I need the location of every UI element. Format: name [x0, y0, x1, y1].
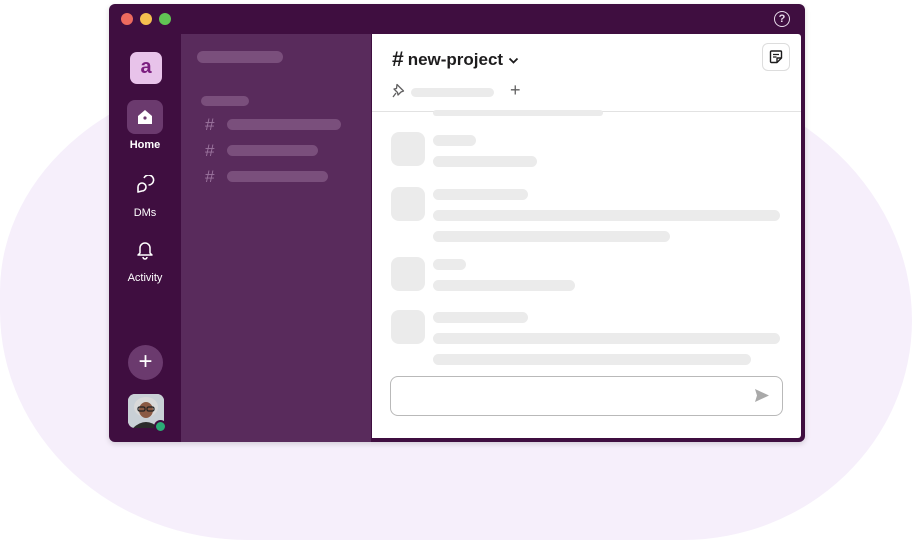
channel-hash-icon: # — [205, 141, 215, 160]
chevron-down-icon — [508, 57, 519, 64]
sidebar-channel-item[interactable]: # — [205, 167, 365, 189]
message-avatar-placeholder — [391, 132, 425, 166]
add-workspace-button[interactable]: + — [128, 345, 163, 380]
message-line-placeholder — [433, 333, 780, 344]
home-icon — [127, 100, 163, 134]
channel-hash-icon: # — [205, 115, 215, 134]
window-close-button[interactable] — [121, 13, 133, 25]
bookmarks-bar: + — [392, 80, 592, 103]
main-pane: # new-project + — [372, 34, 801, 438]
channel-hash-icon: # — [205, 167, 215, 186]
workspace-rail: a Home DMs Activity + — [109, 34, 181, 442]
message-avatar-placeholder — [391, 187, 425, 221]
channel-name-placeholder — [227, 119, 341, 130]
channel-name-placeholder — [227, 171, 328, 182]
message-line-placeholder — [433, 156, 537, 167]
workspace-logo[interactable]: a — [130, 52, 162, 84]
send-icon[interactable] — [754, 388, 770, 403]
dms-icon — [127, 168, 163, 202]
message-input[interactable] — [390, 376, 783, 416]
message-author-placeholder — [433, 189, 528, 200]
rail-item-label: Home — [129, 139, 161, 151]
channel-hash-icon: # — [392, 48, 404, 71]
presence-status-icon — [154, 420, 167, 433]
message-author-placeholder — [433, 135, 476, 146]
message-line-placeholder — [433, 354, 751, 365]
rail-item-home[interactable]: Home — [109, 100, 181, 151]
app-window: ? a Home DMs Activity + # # # # new-proj… — [109, 4, 805, 442]
workspace-letter: a — [140, 55, 152, 78]
help-icon[interactable]: ? — [774, 11, 790, 27]
message-author-placeholder — [433, 259, 466, 270]
channel-header[interactable]: # new-project — [392, 48, 519, 72]
channel-name-placeholder — [227, 145, 318, 156]
plus-icon: + — [138, 348, 153, 375]
rail-item-dms[interactable]: DMs — [109, 168, 181, 219]
workspace-name-placeholder — [197, 51, 283, 63]
message-line-placeholder — [433, 231, 670, 242]
message-author-placeholder — [433, 312, 528, 323]
message-line-placeholder — [433, 110, 603, 116]
message-line-placeholder — [433, 210, 780, 221]
message-avatar-placeholder — [391, 257, 425, 291]
rail-item-label: DMs — [133, 207, 157, 219]
canvas-icon — [769, 50, 783, 64]
channel-sidebar: # # # — [181, 34, 371, 442]
sidebar-channel-item[interactable]: # — [205, 141, 365, 163]
rail-item-label: Activity — [127, 272, 163, 284]
message-line-placeholder — [433, 280, 575, 291]
pin-icon[interactable] — [392, 83, 406, 99]
canvas-button[interactable] — [762, 43, 790, 71]
window-minimize-button[interactable] — [140, 13, 152, 25]
add-bookmark-button[interactable]: + — [510, 80, 521, 101]
window-zoom-button[interactable] — [159, 13, 171, 25]
bookmark-placeholder — [411, 88, 494, 97]
sidebar-channel-item[interactable]: # — [205, 115, 365, 137]
section-header-placeholder — [201, 96, 249, 106]
bell-icon — [127, 233, 163, 267]
rail-item-activity[interactable]: Activity — [109, 233, 181, 284]
page-title: new-project — [407, 50, 504, 69]
message-avatar-placeholder — [391, 310, 425, 344]
